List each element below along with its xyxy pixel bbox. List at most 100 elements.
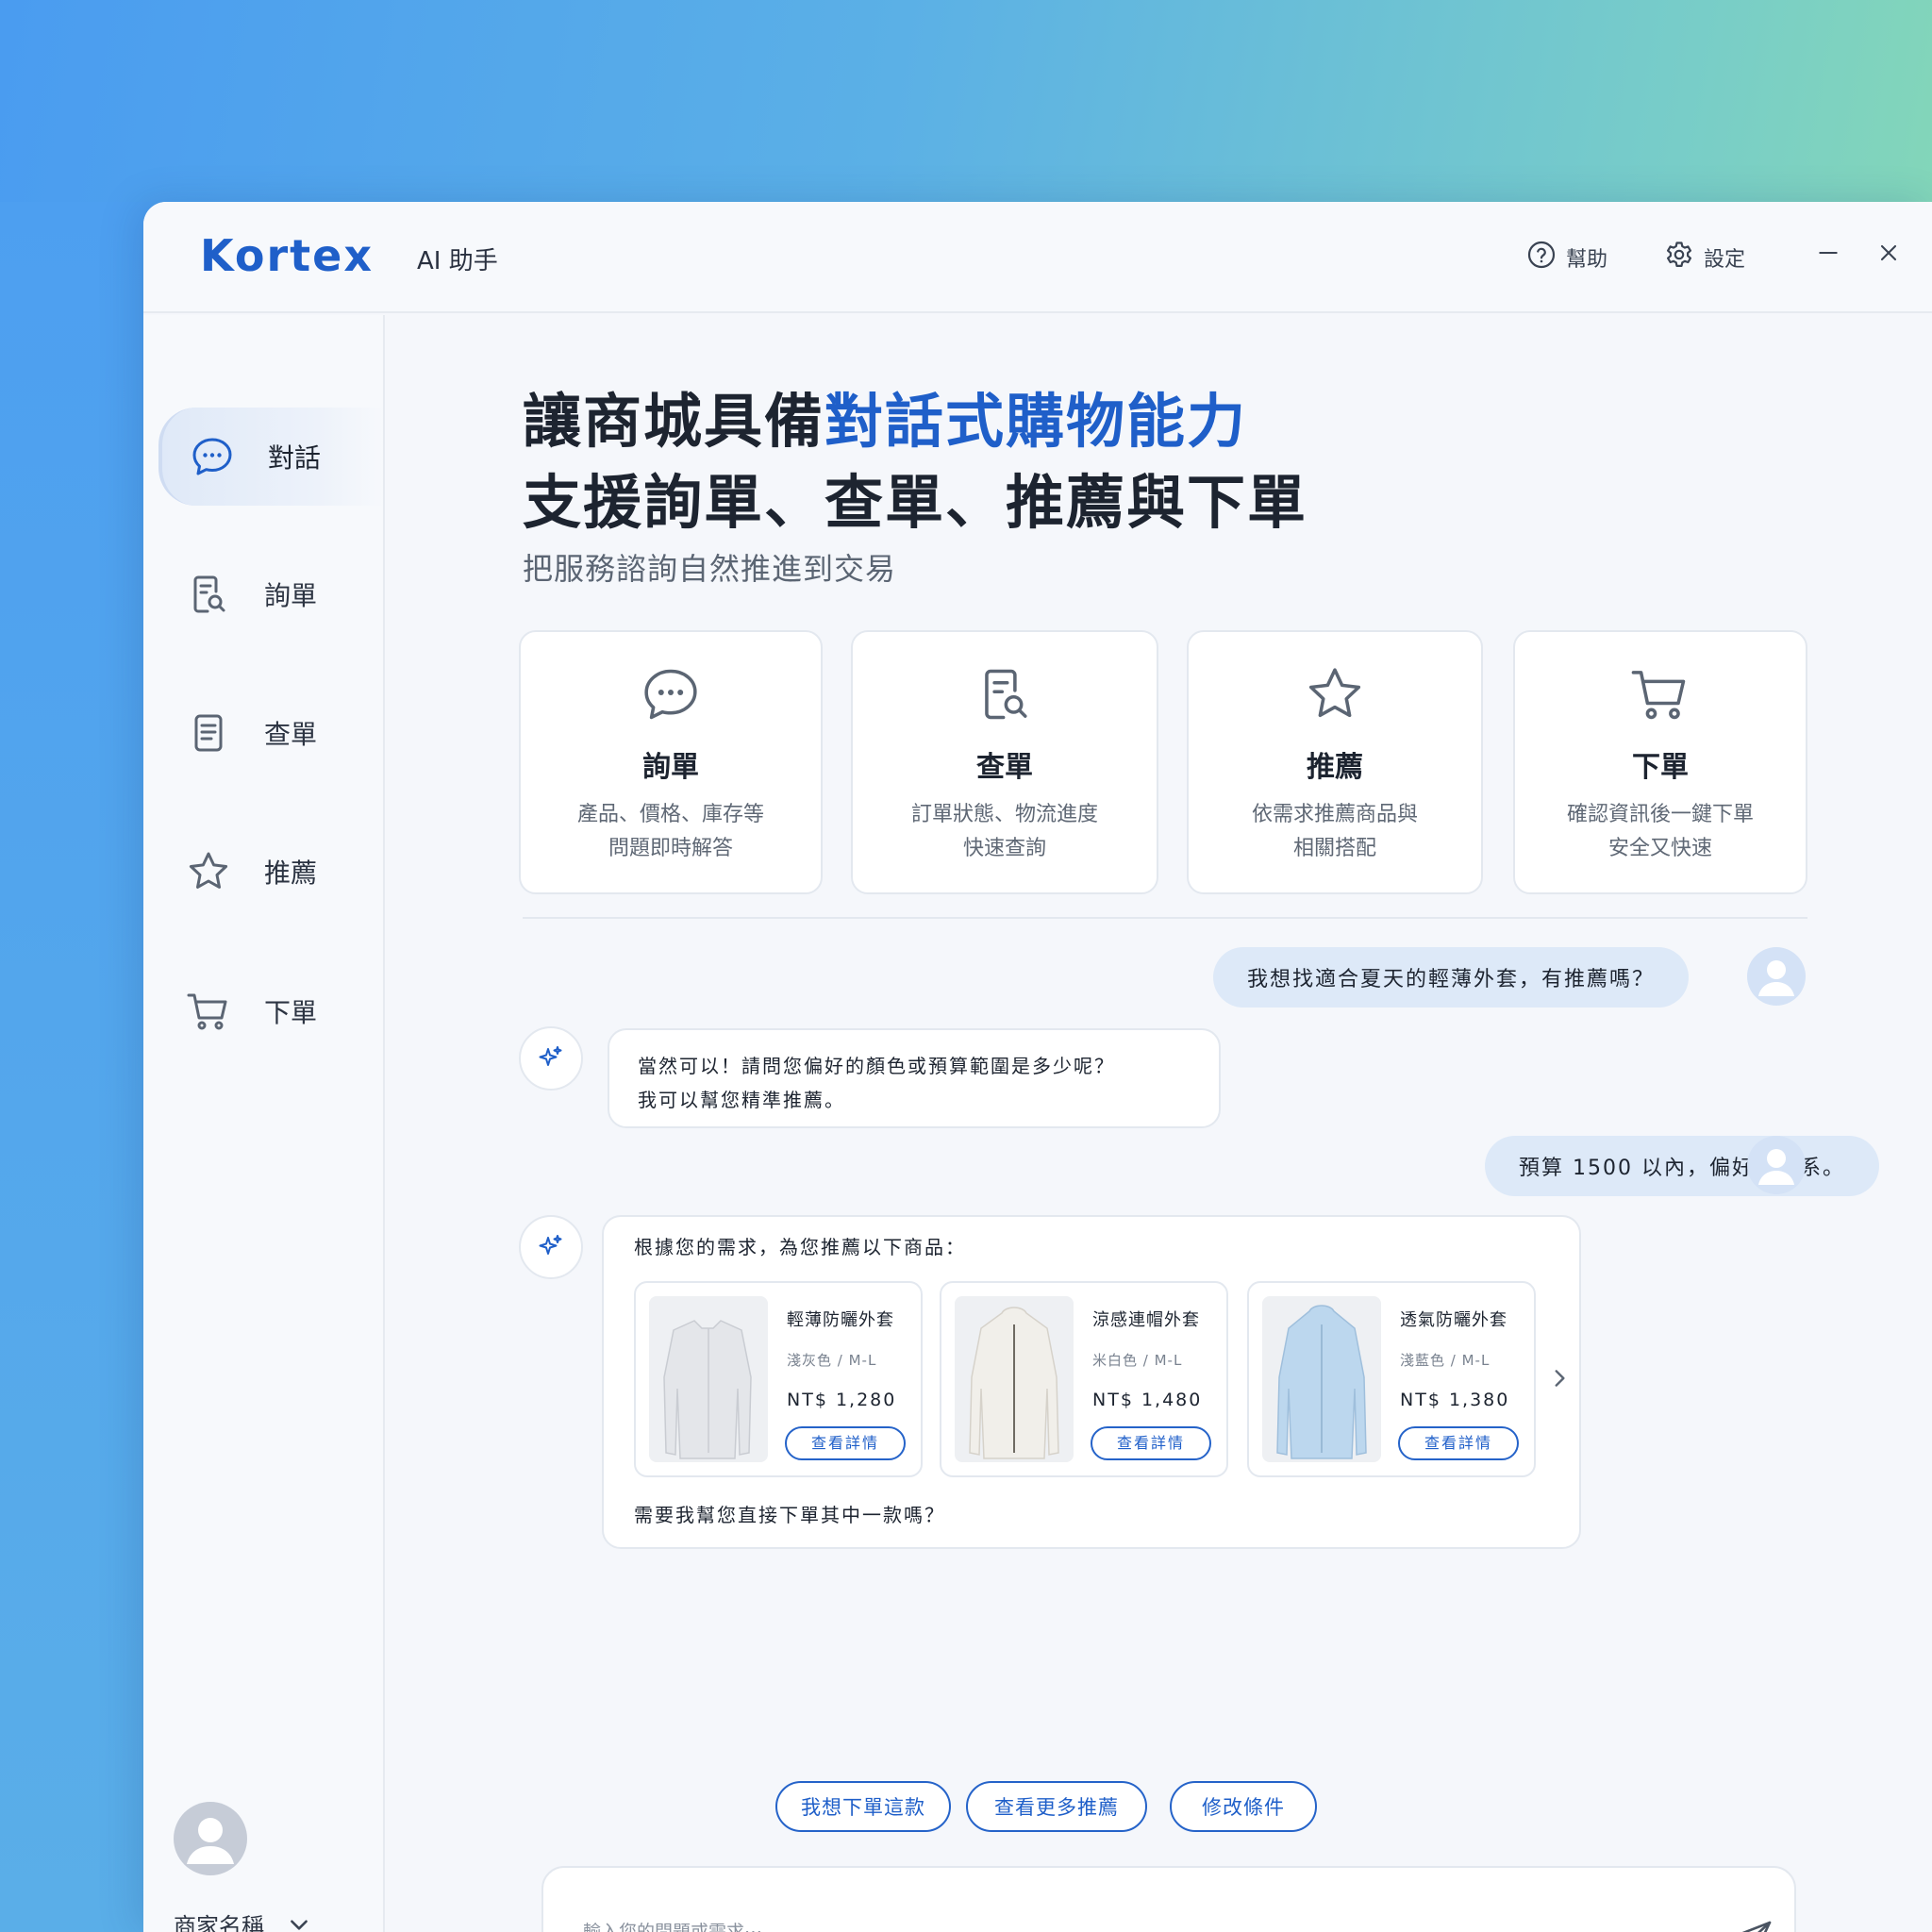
user-avatar <box>1747 1136 1806 1194</box>
feature-desc: 產品、價格、庫存等 問題即時解答 <box>521 798 821 866</box>
product-name: 透氣防曬外套 <box>1400 1310 1507 1330</box>
assistant-message-intro: 根據您的需求，為您推薦以下商品： <box>634 1236 966 1258</box>
feature-card-inquiry[interactable]: 詢單 產品、價格、庫存等 問題即時解答 <box>519 630 823 894</box>
sparkle-icon <box>539 1046 562 1066</box>
sidebar-item-label: 查單 <box>264 719 318 750</box>
hero-title-plain: 讓商城具備 <box>523 387 825 456</box>
feature-desc-line1: 依需求推薦商品與 <box>1251 803 1418 826</box>
close-button[interactable] <box>1875 240 1902 266</box>
product-card[interactable]: 涼感連帽外套 米白色 / M-L NT$ 1,480 查看詳情 <box>940 1281 1228 1477</box>
hero-title-line1: 讓商城具備對話式購物能力 <box>523 374 1247 458</box>
quick-reply-more[interactable]: 查看更多推薦 <box>966 1781 1147 1832</box>
star-icon <box>181 844 236 899</box>
chevron-right-icon <box>1555 1370 1565 1387</box>
app-logo: Kortex <box>200 230 374 281</box>
sidebar-item-label: 推薦 <box>264 858 318 889</box>
feature-title: 詢單 <box>642 751 699 784</box>
product-card[interactable]: 輕薄防曬外套 淺灰色 / M-L NT$ 1,280 查看詳情 <box>634 1281 923 1477</box>
doc-search-icon <box>973 662 1037 726</box>
chat-icon <box>639 662 703 726</box>
gear-icon <box>1664 240 1694 275</box>
product-price: NT$ 1,280 <box>787 1390 897 1410</box>
feature-card-order[interactable]: 下單 確認資訊後一鍵下單 安全又快速 <box>1513 630 1807 894</box>
carousel-next-button[interactable] <box>1547 1366 1572 1401</box>
chat-input-box <box>541 1866 1796 1932</box>
feature-desc-line1: 確認資訊後一鍵下單 <box>1566 803 1754 826</box>
close-icon <box>1880 244 1897 261</box>
assistant-message: 當然可以！請問您偏好的顏色或預算範圍是多少呢？ 我可以幫您精準推薦。 <box>608 1028 1221 1128</box>
sidebar-item-chat[interactable]: 對話 <box>158 408 385 506</box>
quick-reply-order[interactable]: 我想下單這款 <box>775 1781 951 1832</box>
title-bar: Kortex AI 助手 幫助 設定 <box>143 202 1932 313</box>
view-details-button[interactable]: 查看詳情 <box>1398 1426 1519 1460</box>
view-details-button[interactable]: 查看詳情 <box>1091 1426 1211 1460</box>
product-card[interactable]: 透氣防曬外套 淺藍色 / M-L NT$ 1,380 查看詳情 <box>1247 1281 1536 1477</box>
assistant-avatar <box>519 1026 583 1091</box>
main-content: 讓商城具備對話式購物能力 支援詢單、查單、推薦與下單 把服務諮詢自然推進到交易 … <box>387 315 1932 1932</box>
feature-desc-line2: 相關搭配 <box>1292 837 1376 860</box>
product-price: NT$ 1,380 <box>1400 1390 1510 1410</box>
document-icon <box>181 706 236 760</box>
view-details-button[interactable]: 查看詳情 <box>785 1426 906 1460</box>
user-avatar <box>1747 947 1806 1006</box>
feature-desc: 訂單狀態、物流進度 快速查詢 <box>853 798 1157 866</box>
app-subtitle: AI 助手 <box>417 247 498 275</box>
product-image <box>1262 1296 1381 1462</box>
feature-desc-line1: 訂單狀態、物流進度 <box>910 803 1098 826</box>
feature-desc: 依需求推薦商品與 相關搭配 <box>1189 798 1481 866</box>
sidebar-item-recommend[interactable]: 推薦 <box>158 823 385 921</box>
product-image <box>649 1296 768 1462</box>
settings-button[interactable]: 設定 <box>1664 240 1745 275</box>
send-icon <box>1741 1921 1772 1932</box>
quick-reply-modify[interactable]: 修改條件 <box>1170 1781 1317 1832</box>
avatar[interactable] <box>174 1802 247 1875</box>
assistant-recommendation: 根據您的需求，為您推薦以下商品： 輕薄防曬外套 淺灰色 / M-L NT$ 1,… <box>602 1215 1581 1549</box>
help-label: 幫助 <box>1566 248 1608 272</box>
user-message: 我想找適合夏天的輕薄外套，有推薦嗎？ <box>1213 947 1690 1008</box>
product-variant: 米白色 / M-L <box>1092 1352 1183 1369</box>
sidebar-item-order-lookup[interactable]: 查單 <box>158 684 385 782</box>
app-window: Kortex AI 助手 幫助 設定 對話 詢單 查單 推薦 下單 商家名稱 讓… <box>143 202 1932 1932</box>
feature-desc-line2: 問題即時解答 <box>608 837 733 860</box>
hero-title-accent: 對話式購物能力 <box>824 387 1248 456</box>
feature-card-recommend[interactable]: 推薦 依需求推薦商品與 相關搭配 <box>1187 630 1483 894</box>
chat-icon <box>185 429 240 484</box>
feature-desc-line2: 快速查詢 <box>962 837 1046 860</box>
sidebar-item-order[interactable]: 下單 <box>158 962 385 1060</box>
sidebar-item-label: 對話 <box>268 442 322 474</box>
feature-card-order-lookup[interactable]: 查單 訂單狀態、物流進度 快速查詢 <box>851 630 1158 894</box>
chat-input[interactable] <box>583 1913 1621 1932</box>
product-name: 輕薄防曬外套 <box>787 1310 894 1330</box>
doc-search-icon <box>181 567 236 622</box>
send-button[interactable] <box>1730 1917 1775 1932</box>
sidebar: 對話 詢單 查單 推薦 下單 商家名稱 <box>143 315 385 1932</box>
sparkle-icon <box>539 1235 562 1255</box>
minimize-button[interactable] <box>1815 240 1841 266</box>
sidebar-item-label: 下單 <box>264 997 318 1028</box>
feature-desc-line2: 安全又快速 <box>1607 837 1712 860</box>
feature-desc-line1: 產品、價格、庫存等 <box>576 803 764 826</box>
product-name: 涼感連帽外套 <box>1092 1310 1200 1330</box>
product-image <box>955 1296 1074 1462</box>
settings-label: 設定 <box>1704 248 1746 272</box>
divider <box>523 917 1807 919</box>
hero-title-line2: 支援詢單、查單、推薦與下單 <box>523 468 1308 537</box>
minimize-icon <box>1819 252 1838 254</box>
help-icon <box>1526 240 1557 275</box>
feature-title: 推薦 <box>1307 751 1363 784</box>
feature-title: 下單 <box>1632 751 1689 784</box>
help-button[interactable]: 幫助 <box>1526 240 1607 275</box>
user-message: 預算 1500 以內，偏好淺色系。 <box>1485 1136 1879 1196</box>
product-variant: 淺灰色 / M-L <box>787 1352 877 1369</box>
assistant-message-line2: 我可以幫您精準推薦。 <box>638 1089 845 1111</box>
feature-title: 查單 <box>976 751 1033 784</box>
product-variant: 淺藍色 / M-L <box>1400 1352 1491 1369</box>
feature-desc: 確認資訊後一鍵下單 安全又快速 <box>1515 798 1806 866</box>
product-price: NT$ 1,480 <box>1092 1390 1203 1410</box>
chevron-down-icon <box>291 1919 308 1930</box>
merchant-selector[interactable]: 商家名稱 <box>174 1907 311 1932</box>
assistant-message-line1: 當然可以！請問您偏好的顏色或預算範圍是多少呢？ <box>638 1055 1115 1077</box>
sidebar-item-inquiry[interactable]: 詢單 <box>158 545 385 643</box>
background <box>0 202 151 1932</box>
assistant-avatar <box>519 1215 583 1279</box>
